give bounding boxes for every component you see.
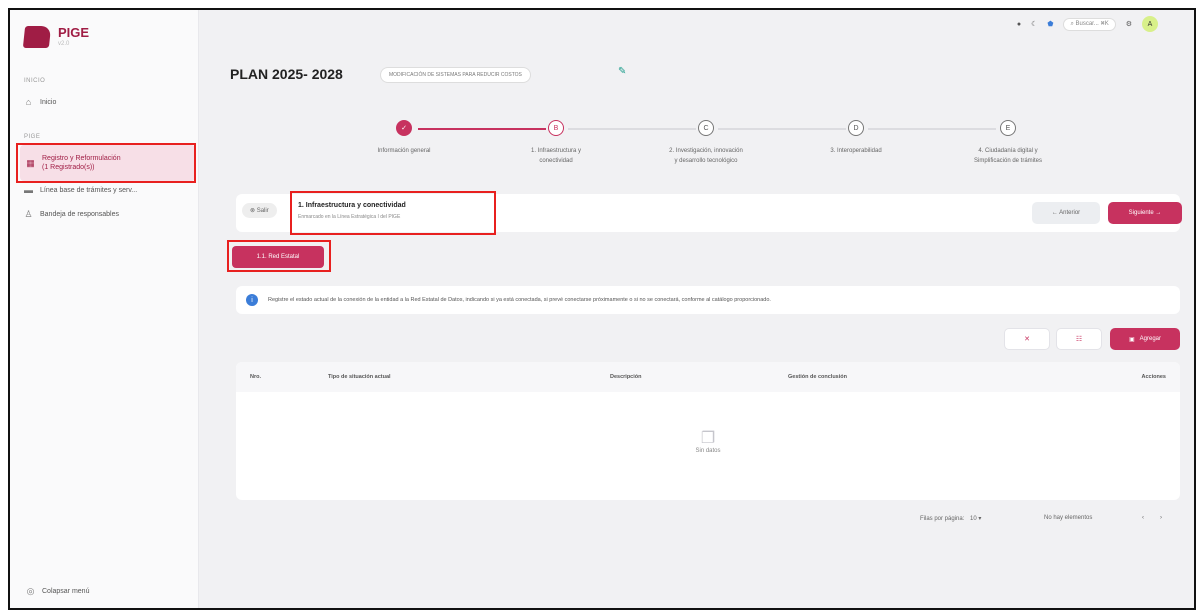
sidebar-item-bandeja[interactable]: ♙ Bandeja de responsables [24,210,184,219]
highlight-box-tab [227,240,331,272]
user-icon: ♙ [24,209,33,219]
chevron-down-icon: ▾ [978,516,982,522]
step-label: Información general [377,148,431,154]
next-button[interactable]: Siguiente → [1108,202,1182,224]
search-input[interactable]: ⌕ Buscar... ⌘K [1063,17,1116,31]
info-icon: i [246,294,258,306]
app-window: PIGE v2.0 INICIO ⌂ Inicio PIGE ▦ Registr… [8,8,1196,610]
sidebar-item-inicio[interactable]: ⌂ Inicio [24,98,184,107]
plan-badge: MODIFICACIÓN DE SISTEMAS PARA REDUCIR CO… [380,67,531,83]
highlight-box-section [290,191,496,235]
pagination-status: No hay elementos [1044,515,1093,521]
step-ciudadania[interactable]: E 4. Ciudadanía digital y Simplificación … [938,120,1078,166]
step-label: Simplificación de trámites [973,158,1043,164]
previous-button[interactable]: ← Anterior [1032,202,1100,224]
page-title: PLAN 2025- 2028 [230,66,343,82]
folder-icon: ▬ [24,185,33,195]
home-icon: ⌂ [25,97,32,107]
logo [22,26,52,48]
step-label: conectividad [539,158,573,164]
column-header[interactable]: Descripción [610,374,641,380]
step-interoperabilidad[interactable]: D 3. Interoperabilidad [786,120,926,156]
brand-name: PIGE [58,25,90,40]
brand[interactable]: PIGE v2.0 [22,25,90,48]
section-label-pige: PIGE [24,134,41,140]
moon-icon[interactable]: ☾ [1031,20,1037,28]
step-label: 1. Infraestructura y [530,148,582,154]
collapse-icon: ◎ [26,586,35,596]
search-shortcut: ⌘K [1100,20,1109,27]
sidebar: PIGE v2.0 INICIO ⌂ Inicio PIGE ▦ Registr… [10,10,199,608]
settings-icon[interactable]: ⚙ [1126,20,1132,28]
collapse-menu-button[interactable]: ◎ Colapsar menú [26,586,90,596]
exit-button[interactable]: ⊗ Salir [242,203,277,218]
sidebar-item-label: Bandeja de responsables [40,211,120,218]
add-label: Agregar [1139,336,1162,342]
add-icon: ▣ [1128,336,1135,343]
rows-select[interactable]: 10 [970,516,977,522]
excel-icon: ✕ [1024,336,1030,343]
sun-icon[interactable]: ● [1017,21,1021,28]
table-header: Nro. Tipo de situación actual Descripció… [236,362,1180,392]
add-button[interactable]: ▣ Agregar [1110,328,1180,350]
empty-box-icon: ❐ [700,430,716,447]
prev-page-button[interactable]: ‹ [1142,515,1144,521]
sidebar-item-label: Línea base de trámites y serv... [40,187,138,194]
step-label: 4. Ciudadanía digital y [978,148,1038,154]
filter-button[interactable]: ☷ [1056,328,1102,350]
info-text: Registre el estado actual de la conexión… [268,297,771,303]
step-investigacion[interactable]: C 2. Investigación, innovación y desarrol… [636,120,776,166]
export-excel-button[interactable]: ✕ [1004,328,1050,350]
empty-state: ❐ Sin datos [236,428,1180,454]
rows-per-page[interactable]: Filas por página: 10 ▾ [920,515,981,522]
section-label-inicio: INICIO [24,78,46,84]
exit-label: Salir [256,208,269,214]
empty-text: Sin datos [695,448,721,454]
step-infraestructura[interactable]: B 1. Infraestructura y conectividad [486,120,626,166]
highlight-box-sidebar [16,143,196,183]
shield-icon[interactable]: ⬟ [1047,20,1053,28]
step-marker: D [848,120,864,136]
step-label: 3. Interoperabilidad [830,148,882,154]
column-header[interactable]: Nro. [250,374,261,380]
column-header[interactable]: Acciones [1142,374,1166,380]
step-marker: E [1000,120,1016,136]
step-label: 2. Investigación, innovación [669,148,743,154]
collapse-label: Colapsar menú [42,588,90,595]
step-informacion-general[interactable]: ✓ Información general [334,120,474,156]
sidebar-item-label: Inicio [40,99,57,106]
sidebar-item-linea-base[interactable]: ▬ Línea base de trámites y serv... [24,186,184,195]
avatar[interactable]: A [1142,16,1158,32]
next-page-button[interactable]: › [1160,515,1162,521]
step-label: y desarrollo tecnológico [674,158,738,164]
data-table: Nro. Tipo de situación actual Descripció… [236,362,1180,500]
brand-version: v2.0 [58,41,70,47]
step-marker: B [548,120,564,136]
info-banner: i Registre el estado actual de la conexi… [236,286,1180,314]
check-icon: ✓ [396,120,412,136]
list-icon: ☷ [1075,336,1083,343]
step-marker: C [698,120,714,136]
rows-label: Filas por página: [920,516,965,522]
search-placeholder: Buscar... [1075,20,1099,27]
column-header[interactable]: Tipo de situación actual [328,374,391,380]
column-header[interactable]: Gestión de conclusión [788,374,847,380]
edit-icon[interactable]: ✎ [618,66,626,77]
topbar: ● ☾ ⬟ ⌕ Buscar... ⌘K ⚙ A [1017,16,1158,32]
